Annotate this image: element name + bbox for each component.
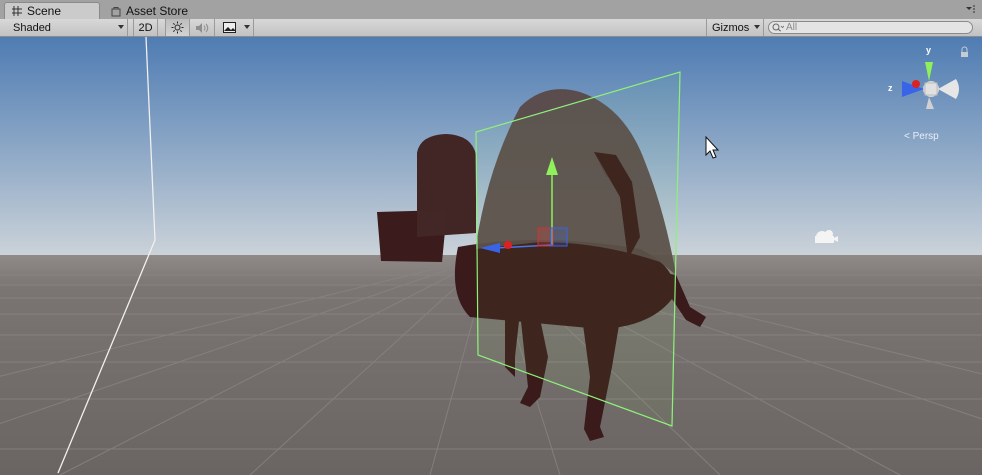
scene-toolbar: Shaded 2D Gizmos All <box>0 19 982 37</box>
projection-label: Persp <box>912 131 939 142</box>
search-placeholder: All <box>786 22 798 33</box>
speaker-icon <box>196 22 209 33</box>
persp-arrow-icon: < <box>904 131 910 142</box>
axis-label-z: z <box>888 83 893 93</box>
tab-asset-store[interactable]: Asset Store <box>104 2 200 19</box>
gizmos-dropdown[interactable]: Gizmos <box>706 19 764 36</box>
gizmos-label: Gizmos <box>712 21 750 34</box>
scene-search-field[interactable]: All <box>768 21 973 34</box>
search-icon <box>772 23 784 32</box>
chevron-down-icon <box>118 25 124 29</box>
unity-scene-window: Scene Asset Store Shaded 2D Gizmos All y… <box>0 0 982 475</box>
image-effects-icon <box>223 22 236 33</box>
2d-mode-label: 2D <box>138 21 153 34</box>
tab-asset-store-label: Asset Store <box>126 3 189 18</box>
sun-icon <box>171 21 184 34</box>
scene-viewport[interactable]: y z < Persp <box>0 37 982 475</box>
shading-mode-label: Shaded <box>13 21 51 34</box>
scene-effects-dropdown[interactable] <box>218 19 254 36</box>
scene-audio-toggle[interactable] <box>190 19 215 36</box>
tab-scene[interactable]: Scene <box>4 2 100 19</box>
x-axis-handle[interactable] <box>504 241 512 249</box>
projection-toggle[interactable]: < Persp <box>904 131 939 142</box>
tab-scene-label: Scene <box>27 4 62 18</box>
tab-bar: Scene Asset Store <box>0 0 982 20</box>
axis-label-y: y <box>926 45 931 55</box>
2d-mode-toggle[interactable]: 2D <box>133 19 158 36</box>
asset-store-icon <box>110 5 122 17</box>
scene-render[interactable]: y z <box>0 37 982 475</box>
scene-lighting-toggle[interactable] <box>165 19 190 36</box>
chevron-down-icon <box>754 25 760 29</box>
chevron-down-icon <box>244 25 250 29</box>
shading-mode-dropdown[interactable]: Shaded <box>0 19 128 36</box>
window-menu-icon[interactable] <box>964 4 976 14</box>
scene-grid-icon <box>11 5 23 17</box>
